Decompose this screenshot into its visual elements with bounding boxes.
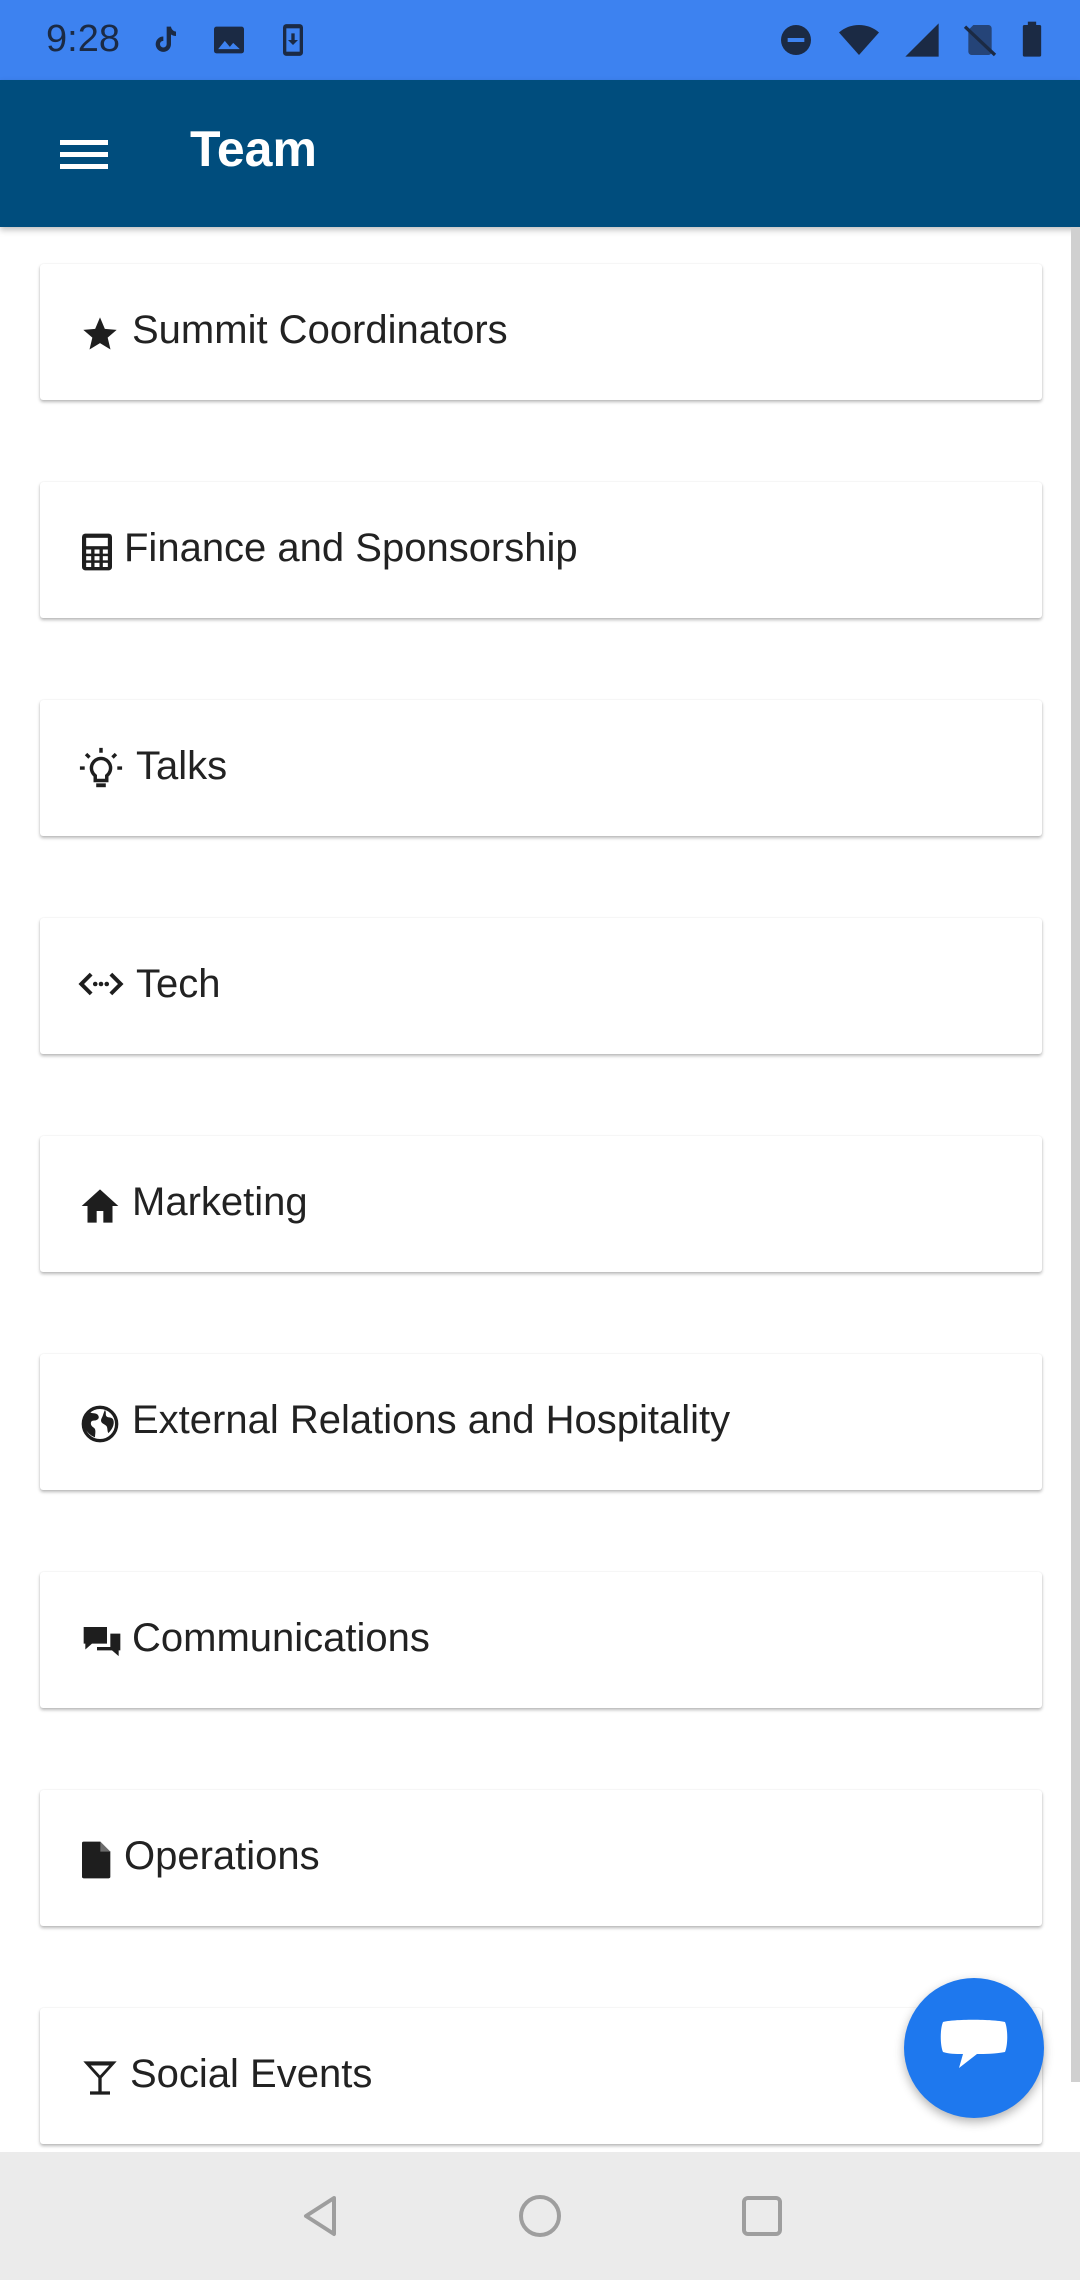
home-icon [81,1189,119,1223]
team-label: Operations [124,1834,320,1878]
image-icon [214,26,244,54]
chat-fab-button[interactable] [904,1978,1044,2118]
status-left-icons [145,20,313,60]
team-label: Communications [132,1616,430,1660]
page-title: Team [190,121,317,177]
wifi-icon [839,25,879,55]
calculator-icon [82,533,112,571]
tiktok-icon [155,26,176,52]
document-icon [82,1841,111,1879]
team-label: Marketing [132,1180,308,1224]
team-card-social-events[interactable]: Social Events [40,2008,1042,2144]
status-bar: 9:28 [0,0,1080,80]
team-list: Summit Coordinators Finance and Sponsors… [0,227,1080,2152]
battery-icon [1022,21,1042,57]
status-right-icons [776,20,1046,60]
team-card-external-relations-and-hospitality[interactable]: External Relations and Hospitality [40,1354,1042,1490]
team-label: Finance and Sponsorship [124,526,578,570]
chat-bubbles-icon [83,1627,121,1657]
team-label: Social Events [130,2052,373,2096]
code-icon [78,972,124,996]
team-card-summit-coordinators[interactable]: Summit Coordinators [40,264,1042,400]
chat-icon [940,2019,1008,2068]
back-icon[interactable] [294,2190,346,2242]
download-icon [283,24,303,56]
team-label: Talks [136,744,228,788]
team-card-tech[interactable]: Tech [40,918,1042,1054]
team-card-talks[interactable]: Talks [40,700,1042,836]
hamburger-menu-icon[interactable] [46,122,122,186]
home-circle-icon[interactable] [514,2190,566,2242]
team-label: Summit Coordinators [132,308,508,352]
lightbulb-icon [79,747,123,788]
team-card-communications[interactable]: Communications [40,1572,1042,1708]
system-nav-bar [0,2152,1080,2280]
no-sim-icon [963,25,997,57]
team-card-finance-and-sponsorship[interactable]: Finance and Sponsorship [40,482,1042,618]
team-label: Tech [136,962,221,1006]
globe-icon [81,1405,119,1443]
cocktail-icon [83,2061,117,2095]
scrollbar[interactable] [1071,227,1080,2082]
team-label: External Relations and Hospitality [132,1398,731,1442]
signal-icon [905,23,939,57]
recents-icon[interactable] [736,2190,788,2242]
do-not-disturb-icon [781,25,811,55]
team-card-marketing[interactable]: Marketing [40,1136,1042,1272]
app-bar: Team [0,80,1080,227]
star-icon [83,317,117,350]
status-time: 9:28 [46,18,120,60]
team-card-operations[interactable]: Operations [40,1790,1042,1926]
